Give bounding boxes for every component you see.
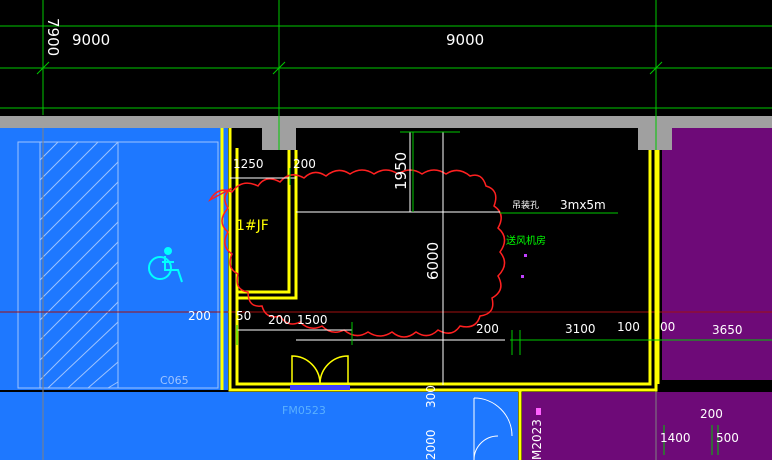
purple-zone-right [662, 128, 772, 380]
marker-a [524, 254, 527, 257]
dim-100: 100 [617, 320, 640, 334]
dim-200-mid: 200 [268, 313, 291, 327]
cad-drawing-canvas[interactable]: 9000 9000 7900 1250 200 1950 6000 200 50… [0, 0, 772, 460]
dim-200-bottom: 200 [700, 407, 723, 421]
top-axis-dim-2: 9000 [446, 31, 484, 49]
dim-200-right: 200 [476, 322, 499, 336]
dim-1250: 1250 [233, 157, 264, 171]
dim-1500: 1500 [297, 313, 328, 327]
dim-1950: 1950 [392, 152, 410, 190]
window-code: C065 [160, 374, 189, 387]
marker-b [521, 275, 524, 278]
equipment-size: 3mx5m [560, 198, 606, 212]
dim-2000: 2000 [424, 429, 438, 460]
dim-200-left: 200 [188, 309, 211, 323]
fan-room-label: 送风机房 [506, 234, 546, 247]
equipment-tag: 吊装孔 [512, 199, 539, 211]
dim-1400: 1400 [660, 431, 691, 445]
door-code-right: M2023 [530, 419, 544, 460]
dim-6000: 6000 [424, 242, 442, 280]
shaft-label: 1#JF [236, 218, 269, 234]
purple-zone-bottom [522, 392, 772, 460]
dim-200-top: 200 [293, 157, 316, 171]
door-code-left: FM0523 [282, 404, 326, 417]
dim-50: 50 [236, 309, 251, 323]
left-axis-dim: 7900 [44, 18, 62, 56]
dim-3100: 3100 [565, 322, 596, 336]
door-sill [290, 385, 350, 390]
dim-00: 00 [660, 320, 675, 334]
top-axis-dim-1: 9000 [72, 31, 110, 49]
marker-c [536, 408, 541, 415]
blue-zone-bottom [0, 392, 518, 460]
dim-300: 300 [424, 385, 438, 408]
dim-3650: 3650 [712, 323, 743, 337]
blue-zone-left [0, 128, 228, 390]
column-right [638, 116, 672, 150]
dim-500: 500 [716, 431, 739, 445]
